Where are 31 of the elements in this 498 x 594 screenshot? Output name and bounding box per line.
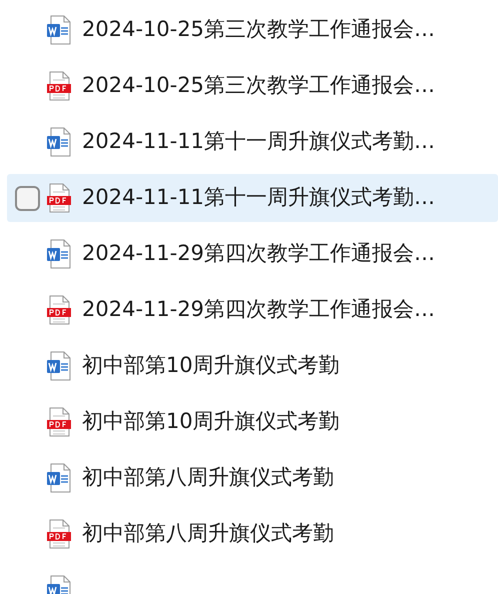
pdf-document-icon xyxy=(46,519,72,549)
file-row[interactable]: 2024-10-25第三次教学工作通报会… xyxy=(7,6,498,54)
file-row[interactable]: 2024-11-11第十一周升旗仪式考勤… xyxy=(7,174,498,222)
checkbox[interactable] xyxy=(15,186,40,210)
file-row[interactable]: 2024-11-11第十一周升旗仪式考勤… xyxy=(7,118,498,166)
pdf-document-icon xyxy=(46,407,72,437)
file-row[interactable]: 2024-10-25第三次教学工作通报会… xyxy=(7,62,498,110)
file-name: 2024-10-25第三次教学工作通报会… xyxy=(82,72,436,100)
file-name: 2024-11-11第十一周升旗仪式考勤… xyxy=(82,128,436,156)
file-name: 初中部第10周升旗仪式考勤 xyxy=(82,352,340,380)
file-row[interactable]: 初中部第八周升旗仪式考勤 xyxy=(7,510,498,558)
file-name: 初中部第八周升旗仪式考勤 xyxy=(82,520,334,548)
file-name: 初中部第10周升旗仪式考勤 xyxy=(82,408,340,436)
file-name: 2024-11-29第四次教学工作通报会… xyxy=(82,240,436,268)
file-name: 初中部第八周升旗仪式考勤 xyxy=(82,464,334,492)
file-name: 2024-10-25第三次教学工作通报会… xyxy=(82,16,436,44)
pdf-document-icon xyxy=(46,183,72,213)
file-row[interactable]: 2024-11-29第四次教学工作通报会… xyxy=(7,286,498,334)
pdf-document-icon xyxy=(46,295,72,325)
file-name: 2024-11-29第四次教学工作通报会… xyxy=(82,296,436,324)
file-row[interactable]: 2024-11-29第四次教学工作通报会… xyxy=(7,230,498,278)
word-document-icon xyxy=(46,127,72,157)
word-document-icon xyxy=(46,239,72,269)
word-document-icon xyxy=(46,351,72,381)
file-name: 2024-11-11第十一周升旗仪式考勤… xyxy=(82,184,436,212)
word-document-icon xyxy=(46,15,72,45)
file-row[interactable]: 初中部第10周升旗仪式考勤 xyxy=(7,398,498,446)
file-row[interactable]: 初中部第八周升旗仪式考勤 xyxy=(7,454,498,502)
word-document-icon xyxy=(46,463,72,493)
pdf-document-icon xyxy=(46,71,72,101)
file-row[interactable]: 初中部第10周升旗仪式考勤 xyxy=(7,342,498,390)
